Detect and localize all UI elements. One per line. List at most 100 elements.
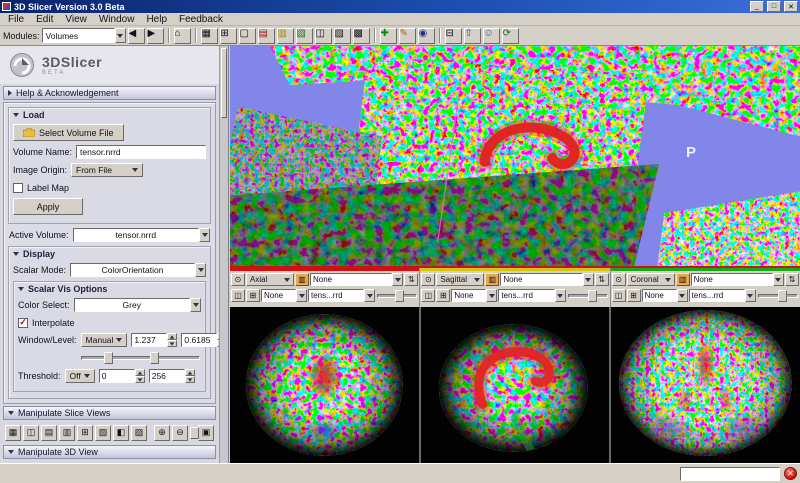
user-icon[interactable]: ☺ [483,28,500,44]
slice-link-icon[interactable]: ⊞ [627,289,641,302]
level-value[interactable]: 0.6185 [181,333,217,347]
coronal-orientation-select[interactable]: Coronal [627,273,675,286]
module-home-icon[interactable]: ⌂ [174,28,191,44]
sagittal-slice-viewport[interactable] [421,307,610,463]
threshold-lower-spinbox[interactable]: 0 [99,369,145,383]
slice-visibility-icon[interactable]: ◫ [231,289,245,302]
slices-zoom-out-icon[interactable]: ⊖ [172,425,188,441]
slice-label-layer-icon[interactable]: ▥ [295,273,309,286]
refresh-icon[interactable]: ⟳ [502,28,519,44]
layout-conventional-icon[interactable]: ▦ [201,28,218,44]
active-volume-select[interactable]: tensor.nrrd [73,228,210,242]
sagittal-orientation-select[interactable]: Sagittal [436,273,484,286]
axial-slice-slider-handle[interactable] [395,290,404,302]
load-data-icon[interactable]: ⇧ [464,28,481,44]
menu-help[interactable]: Help [140,13,173,26]
maximize-button[interactable]: □ [767,1,781,12]
modules-dropdown-arrow-icon[interactable] [115,28,126,43]
slices-label-icon[interactable]: ▥ [59,425,75,441]
manipulate-3d-view-header[interactable]: Manipulate 3D View [3,445,216,459]
window-level-mode-select[interactable]: Manual [81,333,128,347]
axial-slice-viewport[interactable] [230,307,419,463]
menu-file[interactable]: File [2,13,30,26]
window-level-slider-handle[interactable] [150,352,159,364]
crosshair-icon[interactable]: ✚ [380,28,397,44]
label-map-checkbox[interactable] [13,183,23,193]
coronal-foreground-select[interactable]: None [642,289,688,302]
sagittal-slice-slider-handle[interactable] [588,290,597,302]
color-select[interactable]: Grey [74,298,201,312]
slice-offset-stepper-icon[interactable]: ⇅ [595,273,609,286]
window-spinbox[interactable]: 1.237 [131,333,177,347]
slice-offset-stepper-icon[interactable]: ⇅ [785,273,799,286]
layout-tabbed-slice-icon[interactable]: ▨ [334,28,351,44]
spin-down-icon[interactable] [185,376,195,383]
slices-grid-icon[interactable]: ▤ [41,425,57,441]
slice-pin-icon[interactable]: ⊙ [612,273,626,286]
module-forward-icon[interactable]: ▶ [147,28,164,44]
spin-down-icon[interactable] [135,376,145,383]
sidebar-scrollbar[interactable] [219,46,228,463]
slice-opacity-slider[interactable] [190,426,196,440]
window-value[interactable]: 1.237 [131,333,167,347]
dropdown-arrow-icon[interactable] [195,263,206,277]
axial-label-select[interactable]: None [310,273,403,286]
menu-edit[interactable]: Edit [30,13,59,26]
window-level-slider[interactable] [80,351,201,365]
dropdown-arrow-icon[interactable] [773,273,784,286]
layout-3d-only-icon[interactable]: ▢ [239,28,256,44]
coronal-slice-viewport[interactable] [611,307,800,463]
screenshot-icon[interactable]: ◉ [418,28,435,44]
layout-green-slice-icon[interactable]: ▧ [296,28,313,44]
dropdown-arrow-icon[interactable] [199,228,210,242]
scalar-vis-title-row[interactable]: Scalar Vis Options [18,284,201,294]
slices-visible-icon[interactable]: ▦ [5,425,21,441]
dropdown-arrow-icon[interactable] [486,289,497,302]
sagittal-slice-image[interactable] [421,307,610,463]
layout-yellow-slice-icon[interactable]: ▥ [277,28,294,44]
axial-orientation-select[interactable]: Axial [246,273,294,286]
spin-up-icon[interactable] [167,333,177,340]
sagittal-slice-slider[interactable] [567,289,609,303]
menu-window[interactable]: Window [93,13,141,26]
dropdown-arrow-icon[interactable] [745,289,756,302]
layout-lightbox-icon[interactable]: ▩ [353,28,370,44]
modules-select[interactable]: Volumes [42,28,126,43]
threshold-upper-value[interactable]: 256 [149,369,185,383]
select-volume-file-button[interactable]: Select Volume File [13,124,124,141]
threshold-upper-spinbox[interactable]: 256 [149,369,195,383]
spin-up-icon[interactable] [135,369,145,376]
coronal-slice-slider-handle[interactable] [778,290,787,302]
annotation-icon[interactable]: ✎ [399,28,416,44]
threshold-mode-select[interactable]: Off [65,369,95,383]
scalar-mode-select[interactable]: ColorOrientation [70,263,206,277]
layout-red-slice-icon[interactable]: ▤ [258,28,275,44]
slice-opacity-slider-handle[interactable] [190,427,199,439]
dropdown-arrow-icon[interactable] [677,289,688,302]
slice-link-icon[interactable]: ⊞ [436,289,450,302]
dropdown-arrow-icon[interactable] [364,289,375,302]
slice-offset-stepper-icon[interactable]: ⇅ [404,273,418,286]
threshold-lower-value[interactable]: 0 [99,369,135,383]
slices-flip-icon[interactable]: ◧ [113,425,129,441]
slices-link-icon[interactable]: ◫ [23,425,39,441]
window-level-slider-handle[interactable] [104,352,113,364]
slices-zoom-in-icon[interactable]: ⊕ [154,425,170,441]
apply-button[interactable]: Apply [13,198,83,215]
error-log-button[interactable]: ✕ [784,467,797,480]
manipulate-slice-views-header[interactable]: Manipulate Slice Views [3,406,216,420]
slice-pin-icon[interactable]: ⊙ [231,273,245,286]
slice-visibility-icon[interactable]: ◫ [421,289,435,302]
view3d-viewport[interactable]: P [230,46,800,268]
slices-foreground-icon[interactable]: ⊞ [77,425,93,441]
coronal-slice-image[interactable] [611,307,800,463]
coronal-slice-slider[interactable] [757,289,799,303]
menu-view[interactable]: View [59,13,93,26]
axial-foreground-select[interactable]: None [261,289,307,302]
spin-down-icon[interactable] [167,340,177,347]
slice-link-icon[interactable]: ⊞ [246,289,260,302]
minimize-button[interactable]: _ [750,1,764,12]
menu-feedback[interactable]: Feedback [173,13,229,26]
save-scene-icon[interactable]: ⊟ [445,28,462,44]
image-origin-select[interactable]: From File [71,163,143,177]
